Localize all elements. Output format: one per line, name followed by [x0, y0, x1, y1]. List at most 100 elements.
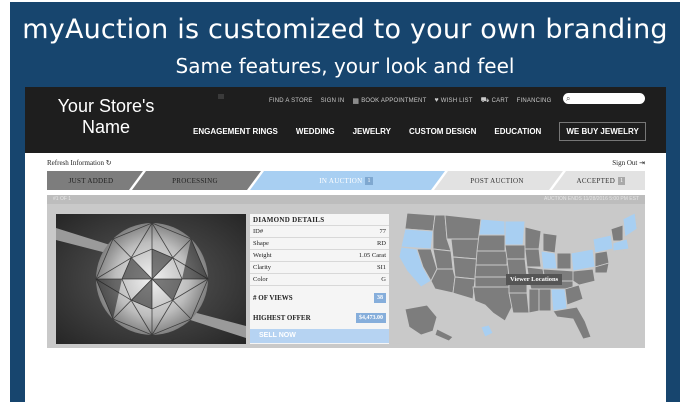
store-logo[interactable]: Your Store's Name — [47, 96, 165, 138]
map-region — [556, 252, 572, 270]
step-label: POST AUCTION — [470, 176, 524, 185]
diamond-details-title: DIAMOND DETAILS — [250, 214, 389, 226]
diamond-photo[interactable] — [56, 214, 246, 344]
map-region — [524, 226, 542, 250]
find-a-store-link[interactable]: FIND A STORE — [269, 98, 313, 104]
map-region — [524, 248, 542, 268]
listing-count: #1 OF 1 — [53, 196, 72, 202]
nav-custom-design[interactable]: CUSTOM DESIGN — [409, 127, 476, 136]
detail-label: Clarity — [253, 264, 272, 271]
book-appointment-label: BOOK APPOINTMENT — [361, 97, 427, 104]
auction-listing-panel: #1 OF 1 AUCTION ENDS 11/28/2016 5:00 PM … — [47, 195, 645, 348]
map-region — [508, 292, 530, 314]
slide: myAuction is customized to your own bran… — [0, 0, 690, 404]
map-region — [476, 234, 506, 252]
detail-value: 77 — [379, 228, 387, 235]
wish-list-link[interactable]: ♥ WISH LIST — [434, 97, 472, 104]
views-count-badge: 38 — [374, 293, 386, 303]
cart-link[interactable]: ⛟ CART — [481, 96, 509, 105]
step-post-auction[interactable]: POST AUCTION — [437, 171, 557, 190]
step-count-badge: 1 — [365, 176, 373, 185]
step-processing[interactable]: PROCESSING — [135, 171, 255, 190]
refresh-icon: ↻ — [105, 159, 112, 167]
map-region — [542, 232, 558, 254]
slide-subheadline: Same features, your look and feel — [175, 54, 515, 78]
views-row: # OF VIEWS 38 — [250, 291, 389, 305]
map-region — [478, 218, 506, 236]
store-name-line1: Your Store's — [57, 96, 155, 116]
wish-list-label: WISH LIST — [440, 97, 473, 104]
diamond-image — [56, 214, 246, 344]
views-label: # OF VIEWS — [253, 294, 293, 302]
detail-label: Color — [253, 276, 268, 283]
map-region — [504, 244, 526, 260]
step-label: IN AUCTION — [319, 176, 363, 185]
cart-label: CART — [491, 97, 509, 104]
step-label: PROCESSING — [172, 176, 218, 185]
store-name-line2: Name — [81, 117, 130, 137]
map-region — [570, 248, 596, 272]
detail-value: RD — [376, 240, 386, 247]
map-region — [480, 324, 494, 338]
slide-headline: myAuction is customized to your own bran… — [22, 14, 668, 45]
map-region — [622, 212, 638, 238]
highest-offer-label: HIGHEST OFFER — [253, 314, 311, 322]
utility-links: FIND A STORE SIGN IN ▦ BOOK APPOINTMENT ♥… — [269, 96, 551, 105]
sign-out-link[interactable]: Sign Out ⇥ — [612, 159, 645, 167]
map-region — [592, 234, 614, 254]
step-accepted[interactable]: ACCEPTED 1 — [557, 171, 645, 190]
heart-icon: ♥ — [434, 97, 439, 104]
detail-row-weight: Weight 1.05 Carat — [250, 250, 389, 262]
highest-offer-value: $4,473.00 — [356, 313, 386, 323]
map-region — [404, 304, 438, 336]
detail-label: ID# — [253, 228, 264, 235]
nav-jewelry[interactable]: JEWELRY — [353, 127, 391, 136]
step-just-added[interactable]: JUST ADDED — [47, 171, 135, 190]
nav-engagement-rings[interactable]: ENGAGEMENT RINGS — [193, 127, 278, 136]
map-region — [564, 284, 584, 306]
sign-out-label: Sign Out — [612, 159, 638, 167]
step-label: ACCEPTED — [576, 176, 616, 185]
search-input[interactable]: ⌕ — [563, 93, 645, 104]
map-region — [400, 228, 434, 250]
we-buy-jewelry-button[interactable]: WE BUY JEWELRY — [559, 121, 646, 141]
map-region — [550, 288, 568, 312]
map-region — [450, 238, 480, 260]
book-appointment-link[interactable]: ▦ BOOK APPOINTMENT — [352, 97, 426, 105]
map-region — [474, 276, 510, 288]
step-in-auction[interactable]: IN AUCTION 1 — [255, 171, 437, 190]
auction-end-time: AUCTION ENDS 11/28/2016 5:00 PM EST — [544, 196, 639, 202]
viewer-locations-tooltip: Viewer Locations — [506, 274, 563, 285]
store-website: Your Store's Name FIND A STORE SIGN IN ▦… — [25, 87, 666, 404]
detail-row-shape: Shape RD — [250, 238, 389, 250]
map-region — [538, 288, 552, 312]
map-region — [528, 288, 540, 314]
refresh-information-link[interactable]: Refresh Information ↻ — [47, 159, 112, 167]
detail-value: 1.05 Carat — [358, 252, 386, 259]
auction-progress-steps: JUST ADDED PROCESSING IN AUCTION 1 POST A… — [47, 171, 645, 190]
auction-toolbar: Refresh Information ↻ Sign Out ⇥ — [47, 159, 645, 169]
exit-icon: ⇥ — [639, 159, 645, 167]
nav-wedding[interactable]: WEDDING — [296, 127, 335, 136]
detail-value: SI1 — [376, 264, 386, 271]
map-region — [472, 286, 514, 322]
map-region — [452, 256, 478, 280]
nav-education[interactable]: EDUCATION — [494, 127, 541, 136]
detail-label: Weight — [253, 252, 272, 259]
detail-value: G — [381, 276, 386, 283]
detail-row-clarity: Clarity SI1 — [250, 262, 389, 274]
map-region — [434, 328, 454, 342]
sign-in-link[interactable]: SIGN IN — [321, 98, 345, 104]
highest-offer-row: HIGHEST OFFER $4,473.00 — [250, 311, 389, 325]
map-region — [432, 248, 454, 270]
map-region — [444, 214, 482, 240]
map-region — [404, 212, 436, 232]
top-navigation: Your Store's Name FIND A STORE SIGN IN ▦… — [25, 87, 666, 153]
calendar-icon: ▦ — [352, 97, 360, 105]
detail-label: Shape — [253, 240, 269, 247]
sell-now-button[interactable]: SELL NOW — [250, 329, 389, 343]
financing-link[interactable]: FINANCING — [517, 98, 552, 104]
map-region — [610, 224, 624, 242]
brand-mark-icon — [218, 94, 224, 99]
step-label: JUST ADDED — [68, 176, 114, 185]
